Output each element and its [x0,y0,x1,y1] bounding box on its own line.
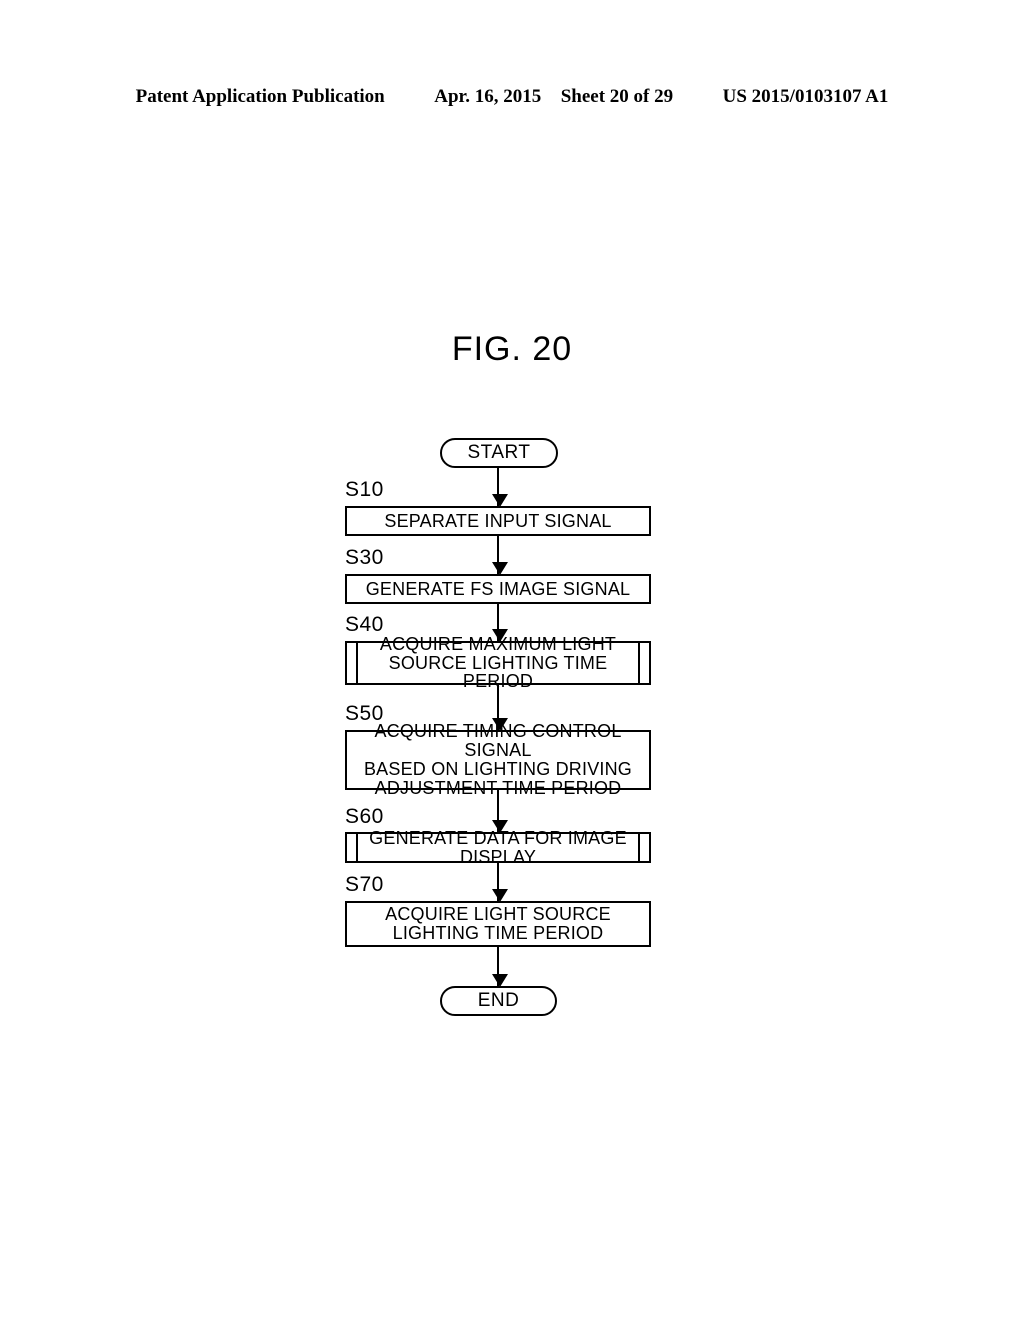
step-s60-text: GENERATE DATA FOR IMAGE DISPLAY [369,827,627,867]
step-s70-text: ACQUIRE LIGHT SOURCE LIGHTING TIME PERIO… [371,905,625,943]
connector-s70-to-end [491,947,508,987]
step-s40-text: ACQUIRE MAXIMUM LIGHT SOURCE LIGHTING TI… [347,633,649,692]
step-s50-text: ACQUIRE TIMING CONTROL SIGNAL BASED ON L… [347,722,649,798]
step-label-s60: S60 [345,805,384,828]
step-label-s30: S30 [345,546,384,569]
step-s50-line1: ACQUIRE TIMING CONTROL SIGNAL [374,721,622,761]
step-label-s40: S40 [345,613,384,636]
connector-start-to-s10 [491,468,508,507]
step-s70-line1: ACQUIRE LIGHT SOURCE [385,904,611,925]
flowchart-start-terminal: START [440,438,558,468]
connector-s50-to-s60 [491,790,508,833]
flowchart-step-s10: SEPARATE INPUT SIGNAL [345,506,651,536]
step-s30-text: GENERATE FS IMAGE SIGNAL [365,578,631,599]
step-s50-line2: BASED ON LIGHTING DRIVING [363,759,633,779]
flowchart-end-terminal: END [440,986,557,1016]
step-label-s10: S10 [345,478,384,501]
flowchart-diagram: START S10 SEPARATE INPUT SIGNAL S30 GENE… [0,0,1024,1320]
end-terminal-label: END [477,990,520,1011]
step-s70-line2: LIGHTING TIME PERIOD [392,923,604,943]
step-s40-line1: ACQUIRE MAXIMUM LIGHT [379,633,617,654]
connector-s10-to-s30 [491,536,508,575]
flowchart-step-s50: ACQUIRE TIMING CONTROL SIGNAL BASED ON L… [345,722,651,797]
start-terminal-label: START [467,442,531,463]
connector-s60-to-s70 [491,863,508,902]
flowchart-step-s70: ACQUIRE LIGHT SOURCE LIGHTING TIME PERIO… [345,901,651,947]
step-s10-text: SEPARATE INPUT SIGNAL [384,510,612,531]
flowchart-step-s30: GENERATE FS IMAGE SIGNAL [345,574,651,604]
step-label-s70: S70 [345,873,384,896]
flowchart-step-s60: GENERATE DATA FOR IMAGE DISPLAY [345,828,651,866]
flowchart-step-s40: ACQUIRE MAXIMUM LIGHT SOURCE LIGHTING TI… [345,634,651,691]
